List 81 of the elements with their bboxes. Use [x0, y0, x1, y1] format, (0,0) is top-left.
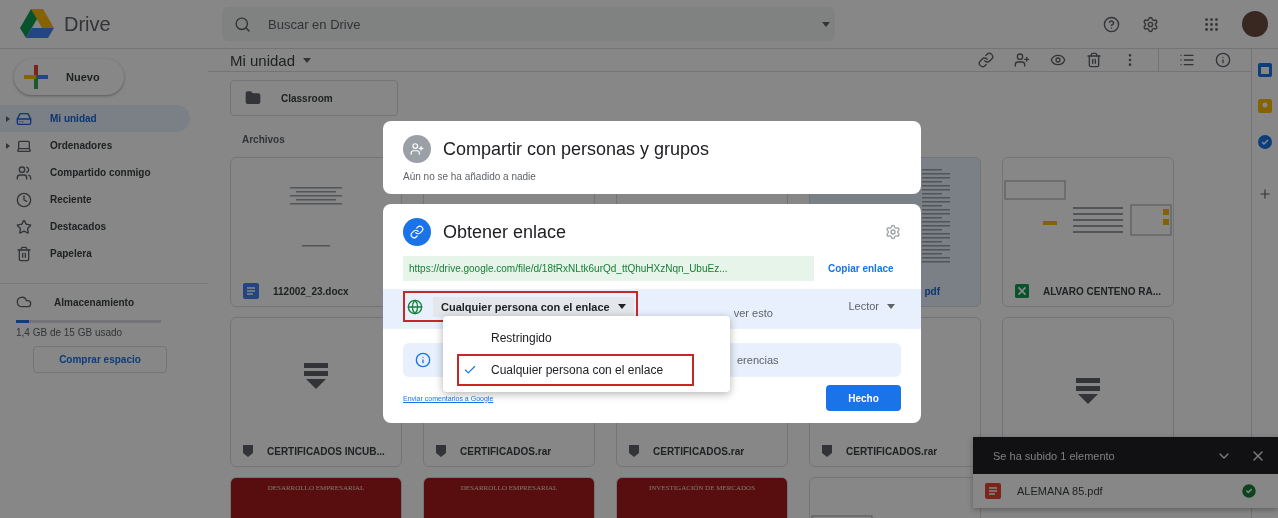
app-name: Drive	[64, 12, 111, 36]
clock-icon	[16, 191, 32, 208]
person-add-avatar	[403, 135, 431, 163]
document-thumbnail	[290, 187, 342, 247]
link-avatar	[403, 218, 431, 246]
file-name: pdf	[924, 285, 941, 297]
file-name: ALVARO CENTENO RA...	[1043, 285, 1161, 297]
breadcrumb[interactable]: Mi unidad	[230, 51, 312, 69]
file-name: CERTIFICADOS.rar	[460, 445, 552, 457]
new-button[interactable]: Nuevo	[14, 59, 124, 95]
link-icon[interactable]	[978, 52, 994, 68]
task-icon[interactable]	[1258, 135, 1272, 149]
archive-icon	[243, 445, 253, 457]
plus-icon[interactable]	[1258, 187, 1272, 201]
archive-icon	[822, 445, 832, 457]
folder-card[interactable]: Classroom	[230, 80, 398, 116]
add-person-icon[interactable]	[1014, 52, 1030, 68]
file-name: CERTIFICADOS.rar	[653, 445, 745, 457]
file-card[interactable]: CERTIFICADOS INCUB...	[230, 317, 402, 467]
search-icon	[234, 16, 251, 33]
list-view-icon[interactable]	[1179, 52, 1195, 68]
archive-icon	[436, 445, 446, 457]
trash-icon[interactable]	[1086, 52, 1102, 68]
upload-title: Se ha subido 1 elemento	[993, 449, 1116, 462]
sidebar-item[interactable]: Reciente	[0, 186, 190, 213]
cloud-icon	[16, 294, 32, 310]
section-heading: Archivos	[242, 134, 286, 145]
drive-logo	[20, 9, 54, 39]
trash-icon	[16, 245, 32, 262]
info-icon[interactable]	[1215, 52, 1231, 68]
caret-icon[interactable]	[822, 22, 830, 27]
document-icon	[243, 283, 259, 299]
sidebar-item[interactable]: Destacados	[0, 213, 190, 240]
done-button[interactable]: Hecho	[826, 385, 901, 411]
sidebar-item[interactable]: Compartido conmigo	[0, 159, 190, 186]
dialog-title: Obtener enlace	[443, 221, 567, 243]
access-description: ver esto	[733, 307, 773, 319]
file-name: CERTIFICADOS INCUB...	[267, 445, 385, 457]
expand-arrow-icon[interactable]	[6, 115, 10, 122]
access-select[interactable]: Cualquier persona con el enlace	[433, 296, 634, 317]
sidebar-item[interactable]: Mi unidad	[0, 105, 190, 132]
info-text: erencias	[737, 354, 779, 366]
role-select[interactable]: Lector	[842, 299, 901, 313]
help-icon[interactable]	[1103, 15, 1120, 33]
file-name: 112002_23.docx	[273, 285, 349, 297]
sidebar-item[interactable]: Ordenadores	[0, 132, 190, 159]
eye-icon[interactable]	[1050, 52, 1066, 68]
search-field[interactable]: Buscar en Drive	[222, 7, 835, 41]
plus-icon	[24, 65, 48, 89]
storage-usage: 1,4 GB de 15 GB usado	[15, 327, 124, 338]
dialog-subtitle: Aún no se ha añadido a nadie	[403, 171, 537, 182]
menu-option[interactable]: Cualquier persona con el enlace	[457, 354, 694, 386]
info-icon	[415, 352, 431, 368]
folder-name: Classroom	[281, 92, 333, 104]
upload-file-name: ALEMANA 85.pdf	[1017, 485, 1104, 497]
folder-icon	[245, 90, 261, 106]
avatar[interactable]	[1242, 11, 1268, 37]
calendar-icon[interactable]	[1258, 63, 1272, 77]
file-name: CERTIFICADOS.rar	[846, 445, 938, 457]
star-icon	[16, 218, 32, 235]
drive-icon	[16, 110, 32, 127]
settings-icon[interactable]	[885, 224, 901, 240]
archive-icon	[1076, 378, 1100, 406]
storage-label: Almacenamiento	[54, 296, 135, 308]
expand-arrow-icon[interactable]	[6, 142, 10, 149]
archive-icon	[629, 445, 639, 457]
menu-option[interactable]: Restringido	[457, 322, 694, 354]
archive-icon	[304, 363, 328, 391]
dialog-title: Compartir con personas y grupos	[443, 138, 710, 160]
apps-icon[interactable]	[1203, 15, 1220, 33]
link-url-field[interactable]: https://drive.google.com/file/d/18tRxNLtk6urQd_ttQhuHXzNqn_UbuEz...	[403, 256, 814, 281]
copy-link-button[interactable]: Copiar enlace	[824, 263, 898, 274]
file-card[interactable]: ALVARO CENTENO RA...	[1002, 157, 1174, 307]
settings-icon[interactable]	[1142, 15, 1159, 33]
pdf-icon	[985, 483, 1001, 499]
people-icon	[16, 164, 32, 181]
globe-icon	[407, 298, 423, 315]
sidebar-item[interactable]: Papelera	[0, 240, 190, 267]
spreadsheet-icon	[1015, 283, 1030, 299]
check-icon	[463, 363, 477, 377]
buy-storage-button[interactable]: Comprar espacio	[33, 346, 167, 373]
